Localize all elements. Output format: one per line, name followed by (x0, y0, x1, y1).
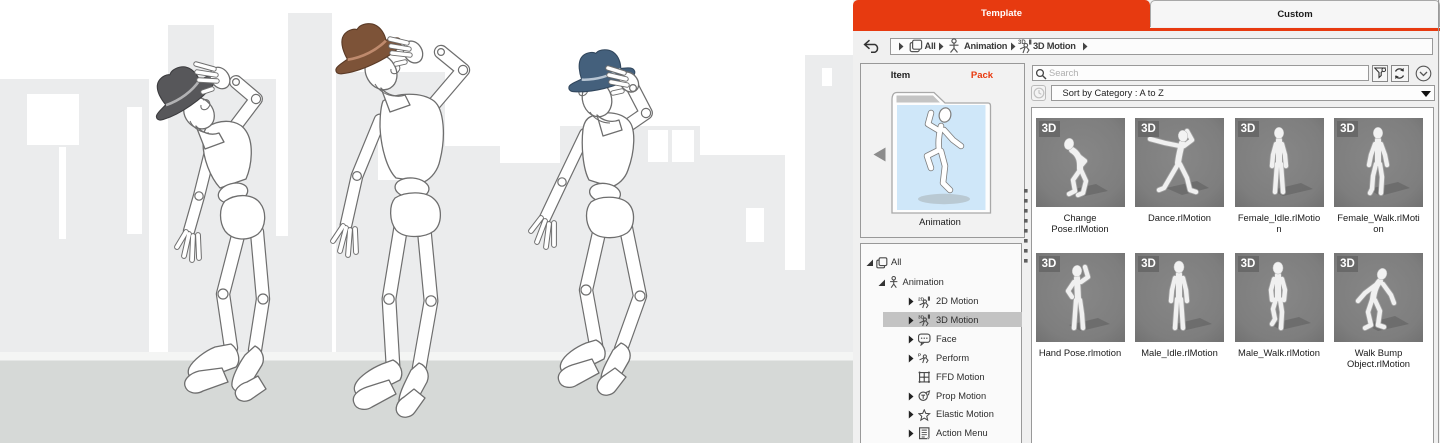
svg-text:3D: 3D (1018, 40, 1026, 46)
svg-text:P: P (918, 353, 922, 359)
